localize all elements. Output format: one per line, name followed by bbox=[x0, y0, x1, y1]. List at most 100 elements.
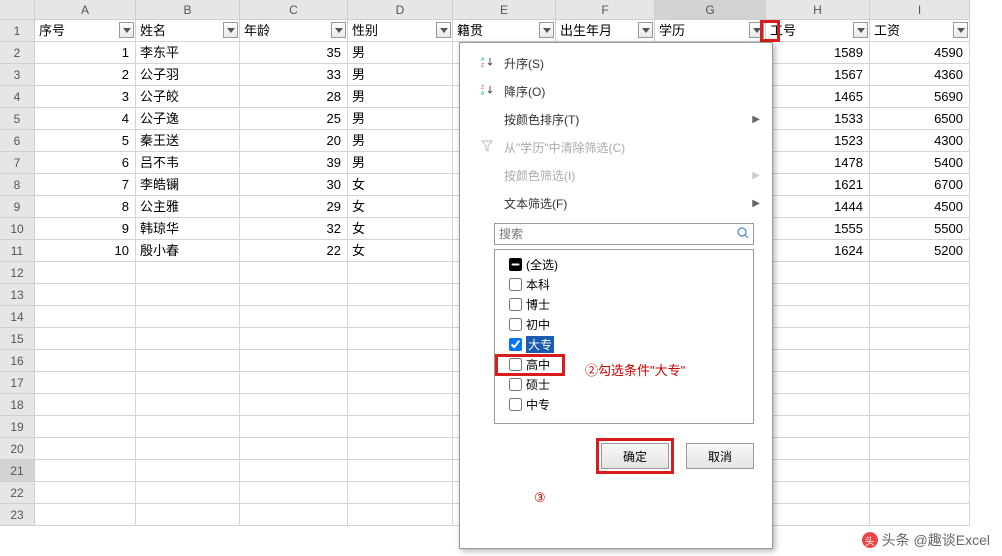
cell-A10[interactable]: 9 bbox=[35, 218, 136, 240]
cell-B5[interactable]: 公子逸 bbox=[136, 108, 240, 130]
cell-A19[interactable] bbox=[35, 416, 136, 438]
cell-C15[interactable] bbox=[240, 328, 348, 350]
cell-A14[interactable] bbox=[35, 306, 136, 328]
header-cell-H[interactable]: 工号 bbox=[766, 20, 870, 42]
cell-A3[interactable]: 2 bbox=[35, 64, 136, 86]
cell-A21[interactable] bbox=[35, 460, 136, 482]
cell-C18[interactable] bbox=[240, 394, 348, 416]
cell-H23[interactable] bbox=[766, 504, 870, 526]
cell-A2[interactable]: 1 bbox=[35, 42, 136, 64]
cell-I4[interactable]: 5690 bbox=[870, 86, 970, 108]
sort-asc[interactable]: AZ 升序(S) bbox=[460, 49, 772, 77]
col-head-G[interactable]: G bbox=[655, 0, 766, 20]
cell-H21[interactable] bbox=[766, 460, 870, 482]
filter-B[interactable] bbox=[223, 22, 238, 38]
cell-A18[interactable] bbox=[35, 394, 136, 416]
cell-B10[interactable]: 韩琼华 bbox=[136, 218, 240, 240]
cell-B23[interactable] bbox=[136, 504, 240, 526]
filter-options-tree[interactable]: (全选) document.currentScript.previousElem… bbox=[494, 249, 754, 424]
row-head-15[interactable]: 15 bbox=[0, 328, 35, 350]
filter-G[interactable] bbox=[749, 22, 764, 38]
header-cell-E[interactable]: 籍贯 bbox=[453, 20, 556, 42]
cell-H22[interactable] bbox=[766, 482, 870, 504]
row-head-22[interactable]: 22 bbox=[0, 482, 35, 504]
cell-D12[interactable] bbox=[348, 262, 453, 284]
cell-H5[interactable]: 1533 bbox=[766, 108, 870, 130]
cell-H7[interactable]: 1478 bbox=[766, 152, 870, 174]
cell-B6[interactable]: 秦王送 bbox=[136, 130, 240, 152]
cell-H16[interactable] bbox=[766, 350, 870, 372]
cell-C9[interactable]: 29 bbox=[240, 196, 348, 218]
cell-C13[interactable] bbox=[240, 284, 348, 306]
cell-C2[interactable]: 35 bbox=[240, 42, 348, 64]
cell-C6[interactable]: 20 bbox=[240, 130, 348, 152]
header-cell-I[interactable]: 工资 bbox=[870, 20, 970, 42]
row-head-11[interactable]: 11 bbox=[0, 240, 35, 262]
cell-C17[interactable] bbox=[240, 372, 348, 394]
cell-D10[interactable]: 女 bbox=[348, 218, 453, 240]
cell-B11[interactable]: 殷小春 bbox=[136, 240, 240, 262]
cell-D20[interactable] bbox=[348, 438, 453, 460]
cell-B16[interactable] bbox=[136, 350, 240, 372]
col-head-F[interactable]: F bbox=[556, 0, 655, 20]
checkbox-opt-1[interactable] bbox=[509, 298, 522, 311]
col-head-E[interactable]: E bbox=[453, 0, 556, 20]
cell-I23[interactable] bbox=[870, 504, 970, 526]
cell-I21[interactable] bbox=[870, 460, 970, 482]
text-filter[interactable]: 文本筛选(F) ▶ bbox=[460, 189, 772, 217]
cell-I18[interactable] bbox=[870, 394, 970, 416]
cell-A11[interactable]: 10 bbox=[35, 240, 136, 262]
row-head-12[interactable]: 12 bbox=[0, 262, 35, 284]
cell-C3[interactable]: 33 bbox=[240, 64, 348, 86]
cell-C21[interactable] bbox=[240, 460, 348, 482]
cell-D19[interactable] bbox=[348, 416, 453, 438]
cell-C20[interactable] bbox=[240, 438, 348, 460]
cell-B4[interactable]: 公子皎 bbox=[136, 86, 240, 108]
row-head-1[interactable]: 1 bbox=[0, 20, 35, 42]
cell-H13[interactable] bbox=[766, 284, 870, 306]
filter-opt-6[interactable]: 中专 bbox=[499, 394, 749, 414]
row-head-3[interactable]: 3 bbox=[0, 64, 35, 86]
filter-D[interactable] bbox=[436, 22, 451, 38]
row-head-23[interactable]: 23 bbox=[0, 504, 35, 526]
cell-D6[interactable]: 男 bbox=[348, 130, 453, 152]
filter-H[interactable] bbox=[853, 22, 868, 38]
row-head-16[interactable]: 16 bbox=[0, 350, 35, 372]
cell-C10[interactable]: 32 bbox=[240, 218, 348, 240]
cell-C23[interactable] bbox=[240, 504, 348, 526]
cell-C8[interactable]: 30 bbox=[240, 174, 348, 196]
cell-C14[interactable] bbox=[240, 306, 348, 328]
cell-I17[interactable] bbox=[870, 372, 970, 394]
cell-I6[interactable]: 4300 bbox=[870, 130, 970, 152]
cell-A16[interactable] bbox=[35, 350, 136, 372]
cell-B9[interactable]: 公主雅 bbox=[136, 196, 240, 218]
cell-B17[interactable] bbox=[136, 372, 240, 394]
cell-A17[interactable] bbox=[35, 372, 136, 394]
cell-H11[interactable]: 1624 bbox=[766, 240, 870, 262]
cell-A8[interactable]: 7 bbox=[35, 174, 136, 196]
header-cell-D[interactable]: 性别 bbox=[348, 20, 453, 42]
row-head-7[interactable]: 7 bbox=[0, 152, 35, 174]
cell-C5[interactable]: 25 bbox=[240, 108, 348, 130]
cell-I3[interactable]: 4360 bbox=[870, 64, 970, 86]
row-head-19[interactable]: 19 bbox=[0, 416, 35, 438]
cell-I13[interactable] bbox=[870, 284, 970, 306]
filter-A[interactable] bbox=[119, 22, 134, 38]
cell-B21[interactable] bbox=[136, 460, 240, 482]
cell-H17[interactable] bbox=[766, 372, 870, 394]
row-head-5[interactable]: 5 bbox=[0, 108, 35, 130]
filter-E[interactable] bbox=[539, 22, 554, 38]
cell-B2[interactable]: 李东平 bbox=[136, 42, 240, 64]
cell-I8[interactable]: 6700 bbox=[870, 174, 970, 196]
cell-C7[interactable]: 39 bbox=[240, 152, 348, 174]
cell-I9[interactable]: 4500 bbox=[870, 196, 970, 218]
header-cell-G[interactable]: 学历 bbox=[655, 20, 766, 42]
cell-D7[interactable]: 男 bbox=[348, 152, 453, 174]
col-head-C[interactable]: C bbox=[240, 0, 348, 20]
cell-B20[interactable] bbox=[136, 438, 240, 460]
cell-A5[interactable]: 4 bbox=[35, 108, 136, 130]
cell-A13[interactable] bbox=[35, 284, 136, 306]
cell-C4[interactable]: 28 bbox=[240, 86, 348, 108]
cell-I20[interactable] bbox=[870, 438, 970, 460]
cell-H10[interactable]: 1555 bbox=[766, 218, 870, 240]
